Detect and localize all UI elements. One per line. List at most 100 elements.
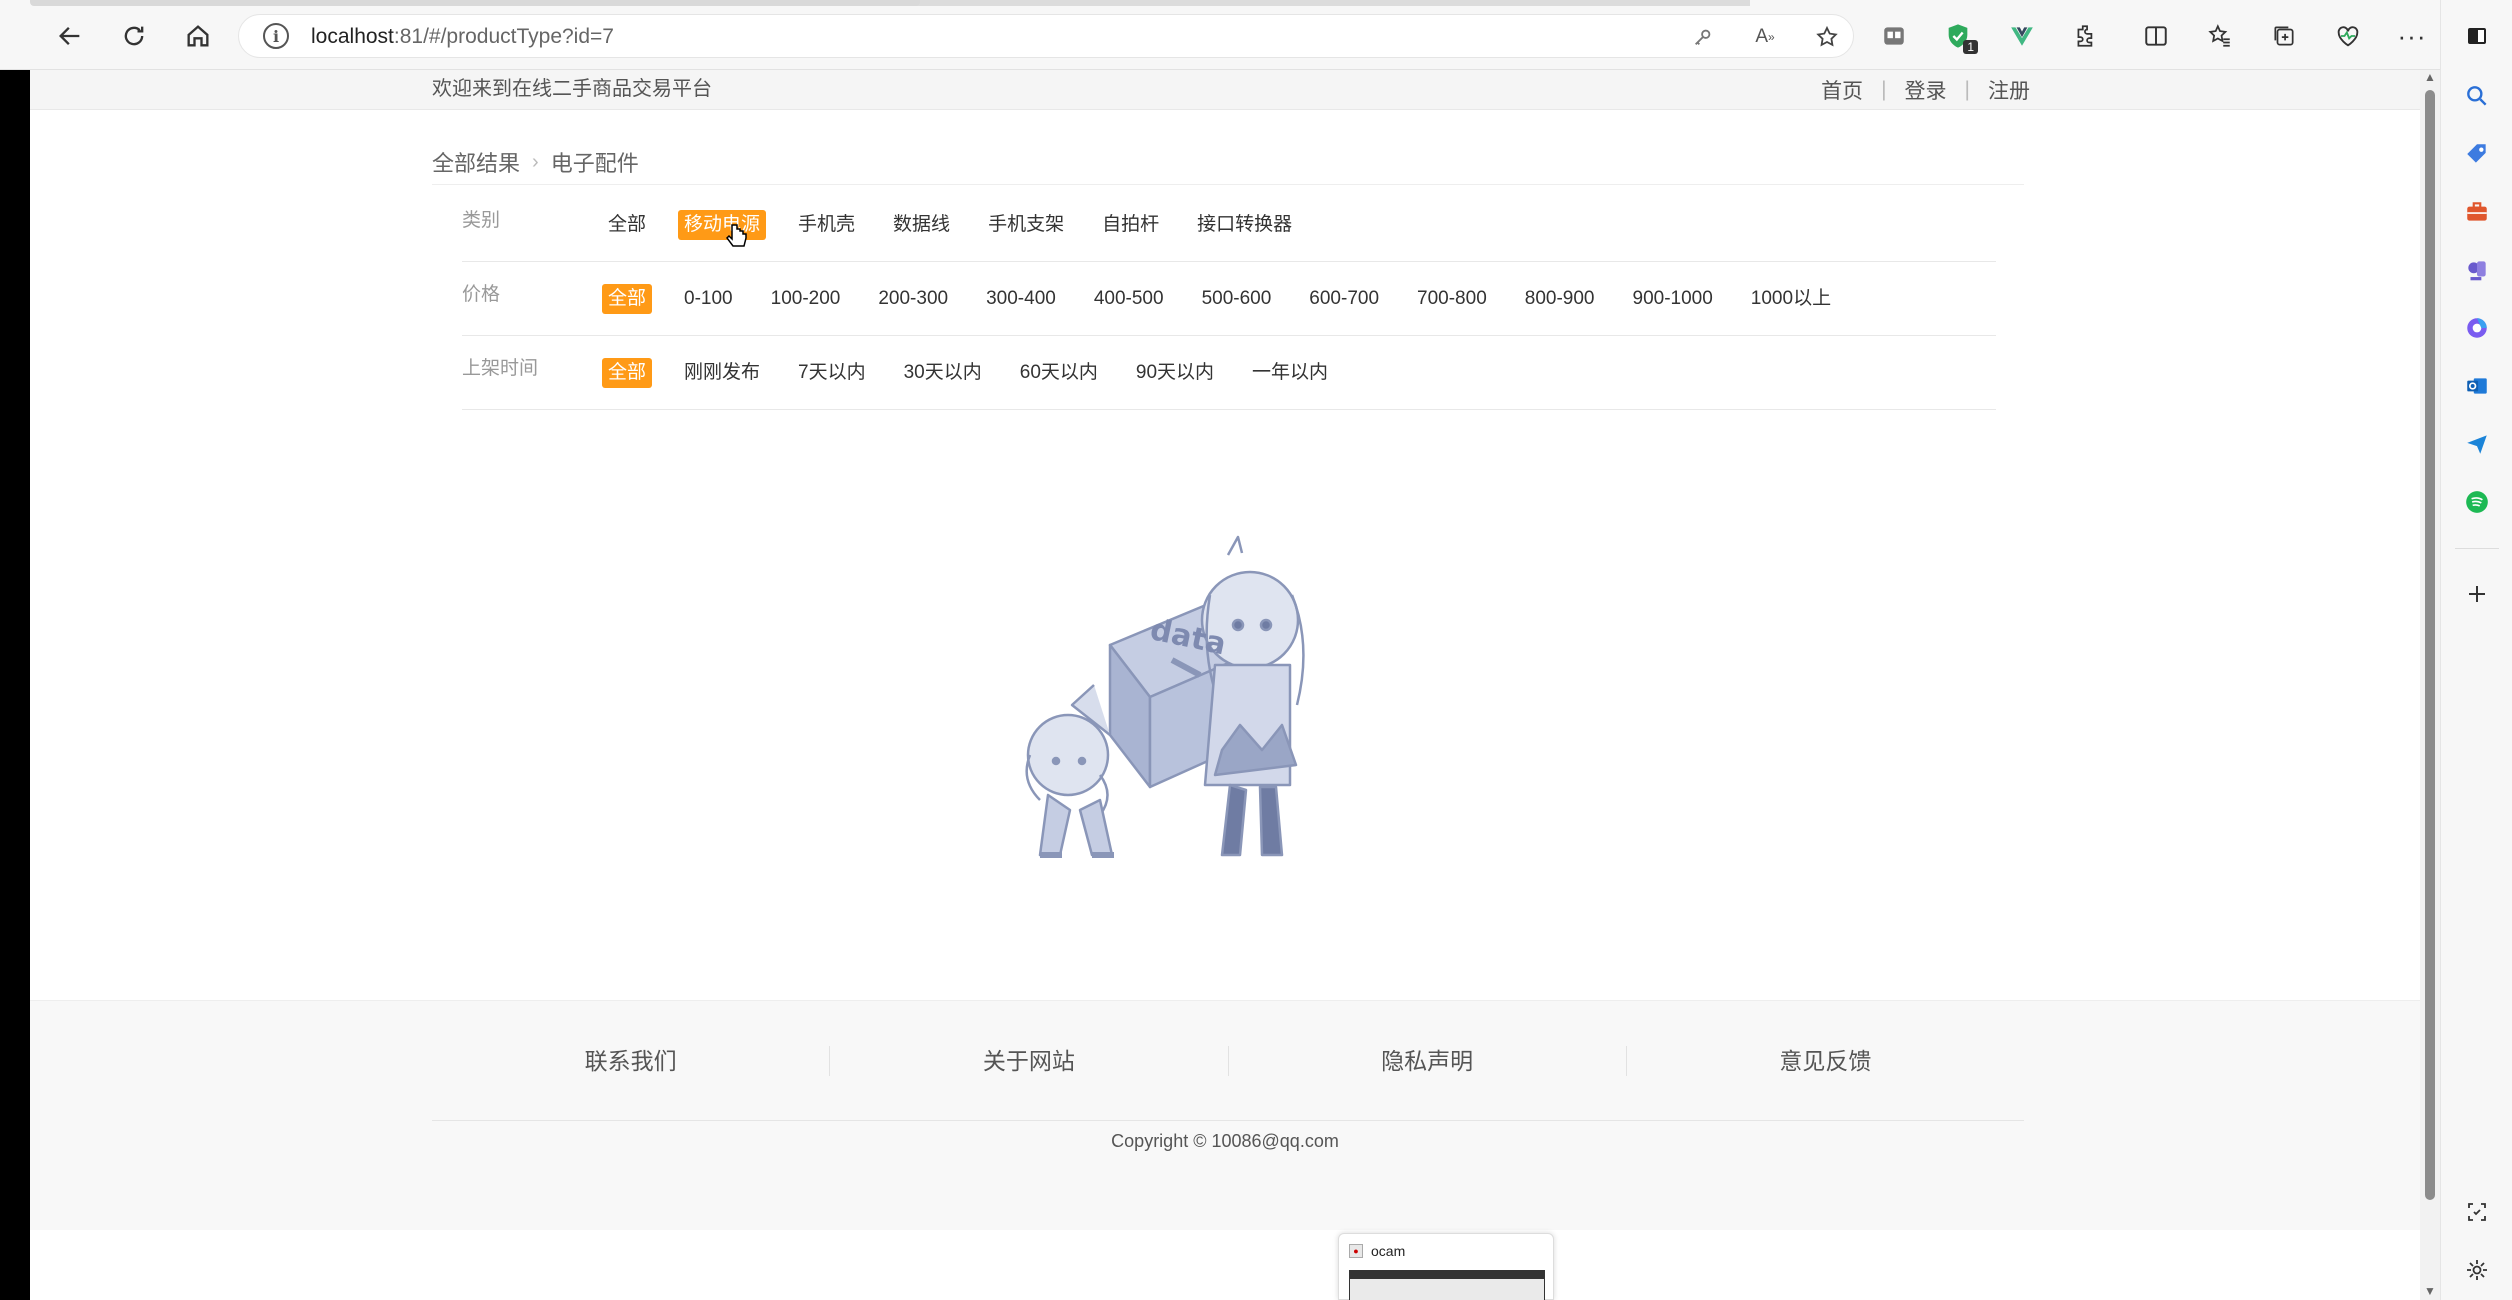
footer-link-feedback[interactable]: 意见反馈	[1627, 1046, 2024, 1076]
filter-row-category: 类别 全部 移动电源 手机壳 数据线 手机支架 自拍杆 接口转换器	[462, 188, 1996, 262]
filter-label-time: 上架时间	[462, 358, 539, 379]
filter-option-time[interactable]: 30天以内	[898, 358, 988, 388]
footer-link-privacy[interactable]: 隐私声明	[1229, 1045, 1627, 1076]
filter-option-category[interactable]: 数据线	[887, 210, 956, 240]
filter-option-price[interactable]: 300-400	[980, 284, 1062, 314]
filter-option-category[interactable]: 全部	[602, 210, 652, 240]
nav-separator: |	[1964, 78, 1970, 101]
active-tab-edge[interactable]	[30, 0, 920, 6]
nav-login-link[interactable]: 登录	[1905, 75, 1947, 105]
url-text[interactable]: localhost:81/#/productType?id=7	[311, 25, 614, 49]
filter-option-price[interactable]: 0-100	[678, 284, 739, 314]
scroll-down-arrow-icon[interactable]: ▼	[2424, 1284, 2436, 1298]
filter-option-time[interactable]: 全部	[602, 358, 653, 388]
filter-row-time: 上架时间 全部 刚刚发布 7天以内 30天以内 60天以内 90天以内 一年以内	[462, 336, 1996, 410]
shield-ext-icon[interactable]: 1	[1938, 16, 1978, 56]
scroll-up-arrow-icon[interactable]: ▲	[2424, 70, 2436, 84]
filter-option-price[interactable]: 200-300	[872, 284, 954, 314]
filter-options-price: 全部 0-100 100-200 200-300 300-400 400-500 500-6…	[602, 262, 1863, 336]
back-icon[interactable]	[50, 16, 90, 56]
page-bottom-area	[30, 1230, 2420, 1300]
breadcrumb-root[interactable]: 全部结果	[432, 146, 520, 178]
split-screen-icon[interactable]	[2136, 16, 2176, 56]
copyright-text: Copyright © 10086@qq.com	[1111, 1131, 1339, 1151]
settings-gear-icon[interactable]	[2457, 1250, 2497, 1290]
page-scrollbar[interactable]: ▲ ▼	[2420, 70, 2440, 1300]
copilot-icon[interactable]	[2457, 308, 2497, 348]
filter-option-category[interactable]: 接口转换器	[1191, 210, 1298, 240]
filter-label-price: 价格	[462, 284, 501, 305]
filter-option-price[interactable]: 600-700	[1303, 284, 1385, 314]
divider	[2455, 548, 2499, 549]
filter-options-time: 全部 刚刚发布 7天以内 30天以内 60天以内 90天以内 一年以内	[602, 336, 1360, 410]
site-info-icon[interactable]: i	[263, 23, 289, 49]
filter-option-category[interactable]: 手机壳	[792, 210, 861, 240]
breadcrumb-current: 电子配件	[550, 151, 639, 176]
extension-badge: 1	[1963, 40, 1978, 54]
page-viewport: 欢迎来到在线二手商品交易平台 首页 | 登录 | 注册 全部结果 › 电子配件 …	[30, 70, 2420, 1300]
filter-option-price[interactable]: 700-800	[1411, 284, 1493, 314]
filter-option-category[interactable]: 手机支架	[982, 210, 1070, 240]
filter-option-time[interactable]: 刚刚发布	[678, 358, 766, 388]
tools-briefcase-icon[interactable]	[2457, 192, 2497, 232]
outlook-icon[interactable]	[2457, 366, 2497, 406]
send-plane-icon[interactable]	[2457, 424, 2497, 464]
breadcrumb: 全部结果 › 电子配件	[432, 146, 639, 178]
filter-option-category[interactable]: 移动电源	[678, 210, 767, 240]
browser-essentials-icon[interactable]	[2328, 16, 2368, 56]
filter-option-price[interactable]: 400-500	[1088, 284, 1170, 314]
filter-option-price[interactable]: 900-1000	[1627, 284, 1719, 314]
vue-devtools-icon[interactable]	[2002, 16, 2042, 56]
search-icon[interactable]	[2457, 76, 2497, 116]
key-icon[interactable]	[1689, 23, 1717, 51]
extensions-puzzle-icon[interactable]	[2066, 16, 2106, 56]
divider	[432, 184, 2024, 185]
footer-link-contact[interactable]: 联系我们	[432, 1045, 831, 1076]
ocam-window-thumbnail[interactable]: ● ocam	[1338, 1233, 1554, 1300]
favorites-icon[interactable]	[2200, 16, 2240, 56]
add-icon[interactable]	[2457, 574, 2497, 614]
filter-label-category: 类别	[462, 210, 501, 231]
site-topbar: 欢迎来到在线二手商品交易平台 首页 | 登录 | 注册	[30, 70, 2420, 110]
ocam-app-icon: ●	[1349, 1244, 1363, 1258]
address-bar[interactable]: i localhost:81/#/productType?id=7 A»	[238, 14, 1854, 58]
collections-ext-icon[interactable]	[1874, 16, 1914, 56]
url-path: :81/#/productType?id=7	[393, 25, 614, 48]
filter-options-category: 全部 移动电源 手机壳 数据线 手机支架 自拍杆 接口转换器	[602, 188, 1324, 262]
spotify-icon[interactable]	[2457, 482, 2497, 522]
nav-home-link[interactable]: 首页	[1821, 75, 1863, 105]
screenshot-icon[interactable]	[2457, 1192, 2497, 1232]
top-nav-links: 首页 | 登录 | 注册	[1821, 70, 2030, 110]
scroll-thumb[interactable]	[2425, 90, 2435, 1200]
filter-option-category[interactable]: 自拍杆	[1096, 210, 1165, 240]
more-menu-icon[interactable]: ···	[2392, 16, 2432, 56]
games-icon[interactable]	[2457, 250, 2497, 290]
edge-sidebar	[2440, 0, 2512, 1300]
filter-option-time[interactable]: 60天以内	[1014, 358, 1104, 388]
nav-separator: |	[1881, 78, 1887, 101]
ocam-preview	[1349, 1270, 1545, 1300]
collections-icon[interactable]	[2264, 16, 2304, 56]
nav-register-link[interactable]: 注册	[1988, 75, 2030, 105]
filter-option-price[interactable]: 100-200	[765, 284, 847, 314]
hand-cursor-icon	[726, 224, 747, 247]
filter-option-time[interactable]: 7天以内	[792, 358, 872, 388]
favorite-star-icon[interactable]	[1813, 23, 1841, 51]
filter-option-price[interactable]: 500-600	[1196, 284, 1278, 314]
footer-link-about[interactable]: 关于网站	[830, 1045, 1229, 1076]
sidebar-toggle-icon[interactable]	[2457, 16, 2497, 56]
chevron-right-icon: ›	[532, 150, 539, 173]
filter-row-price: 价格 全部 0-100 100-200 200-300 300-400 400-500 50…	[462, 262, 1996, 336]
url-host: localhost	[311, 25, 394, 48]
filter-option-price[interactable]: 全部	[602, 284, 653, 314]
shopping-tag-icon[interactable]	[2457, 134, 2497, 174]
filter-option-time[interactable]: 一年以内	[1246, 358, 1334, 388]
home-icon[interactable]	[178, 16, 218, 56]
browser-toolbar: i localhost:81/#/productType?id=7 A» 1 ·…	[0, 0, 2512, 70]
filter-option-price[interactable]: 800-900	[1519, 284, 1601, 314]
filter-option-price[interactable]: 1000以上	[1745, 284, 1837, 314]
ocam-title: ocam	[1371, 1243, 1406, 1259]
read-aloud-icon[interactable]: A»	[1751, 23, 1779, 51]
filter-option-time[interactable]: 90天以内	[1130, 358, 1220, 388]
refresh-icon[interactable]	[114, 16, 154, 56]
